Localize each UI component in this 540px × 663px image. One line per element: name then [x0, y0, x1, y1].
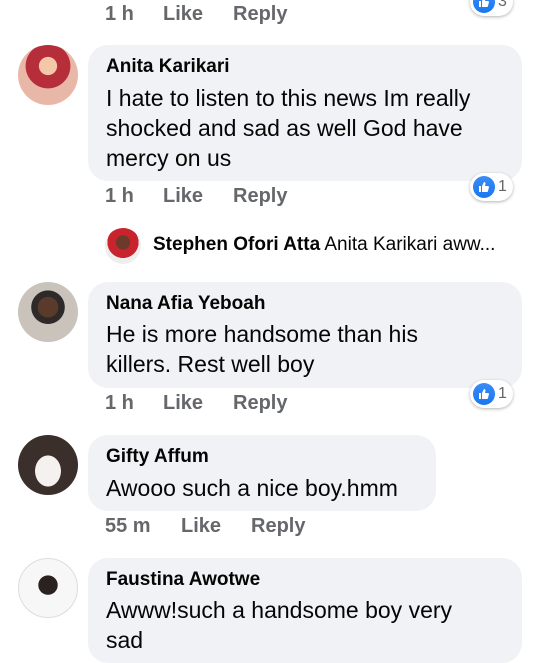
thumbs-up-icon — [473, 383, 495, 405]
like-button[interactable]: Like — [163, 392, 203, 415]
comment-text: Awww!such a handsome boy very sad — [106, 597, 453, 653]
reply-author[interactable]: Stephen Ofori Atta — [153, 234, 320, 255]
thumbs-up-icon — [473, 0, 495, 13]
reply-snippet: Anita Karikari aww... — [324, 234, 496, 255]
comment-text: I hate to listen to this news Im really … — [106, 85, 471, 171]
reply-button[interactable]: Reply — [251, 515, 305, 538]
reply-preview[interactable]: Stephen Ofori Atta Anita Karikari aww... — [153, 234, 495, 256]
avatar[interactable] — [18, 45, 78, 105]
like-button[interactable]: Like — [181, 515, 221, 538]
comment-author[interactable]: Gifty Affum — [106, 446, 209, 468]
reply-avatar[interactable] — [105, 228, 141, 264]
comment-text: He is more handsome than his killers. Re… — [106, 321, 418, 377]
comment-author[interactable]: Anita Karikari — [106, 56, 230, 78]
comment-author[interactable]: Nana Afia Yeboah — [106, 293, 265, 315]
like-button[interactable]: Like — [163, 185, 203, 208]
reaction-badge[interactable]: 1 — [470, 380, 513, 408]
avatar[interactable] — [18, 282, 78, 342]
comment-author[interactable]: Faustina Awotwe — [106, 569, 260, 591]
comment-text: Awooo such a nice boy.hmm — [106, 475, 398, 501]
reaction-badge[interactable]: 3 — [470, 0, 513, 16]
comment-time[interactable]: 1 h — [105, 392, 134, 415]
reply-button[interactable]: Reply — [233, 3, 287, 26]
avatar[interactable] — [18, 435, 78, 495]
reply-button[interactable]: Reply — [233, 392, 287, 415]
comment-time[interactable]: 1 h — [105, 185, 134, 208]
comment-time[interactable]: 55 m — [105, 515, 151, 538]
reaction-count: 1 — [498, 178, 507, 195]
reply-button[interactable]: Reply — [233, 185, 287, 208]
reaction-count: 3 — [498, 0, 507, 10]
comment-time[interactable]: 1 h — [105, 3, 134, 26]
avatar[interactable] — [18, 558, 78, 618]
reaction-badge[interactable]: 1 — [470, 173, 513, 201]
thumbs-up-icon — [473, 176, 495, 198]
like-button[interactable]: Like — [163, 3, 203, 26]
reaction-count: 1 — [498, 385, 507, 402]
